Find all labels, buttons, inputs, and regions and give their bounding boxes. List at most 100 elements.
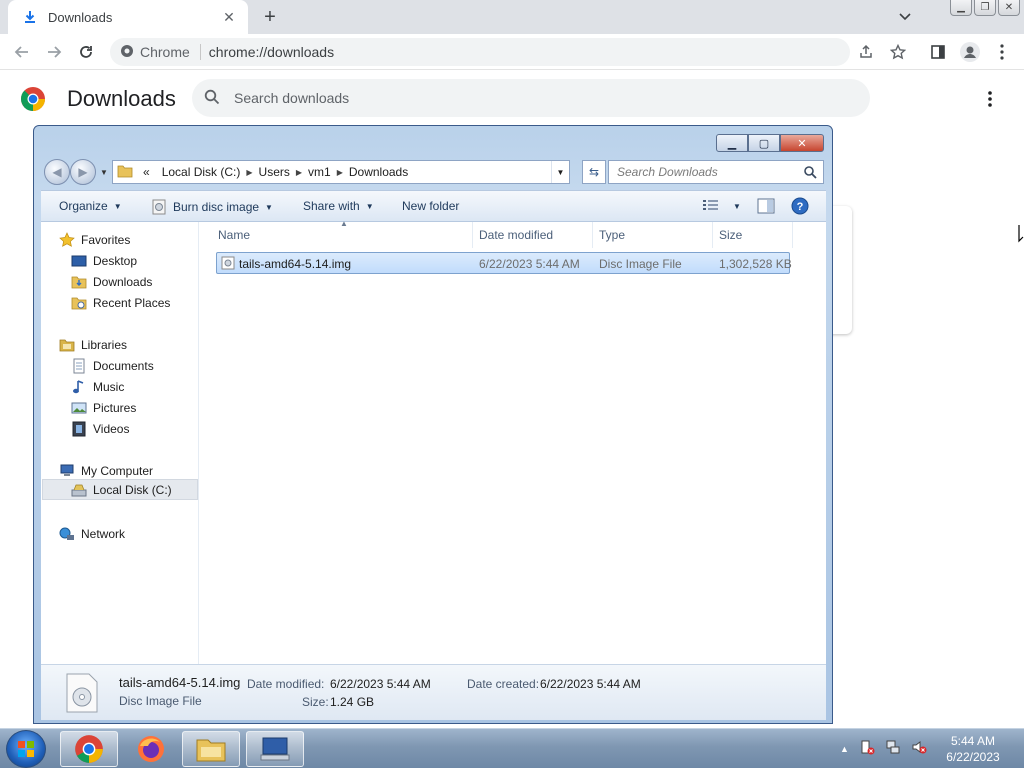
downloads-folder-icon [71, 274, 87, 290]
breadcrumb-downloads[interactable]: Downloads [343, 165, 414, 179]
column-header-type[interactable]: Type [593, 222, 713, 248]
file-list: ▲ Name Date modified Type Size tails-amd… [200, 219, 826, 664]
bookmark-star-icon[interactable] [886, 40, 910, 64]
nav-desktop[interactable]: Desktop [71, 253, 137, 269]
nav-network[interactable]: Network [59, 526, 125, 542]
preview-pane-button[interactable] [757, 198, 775, 214]
breadcrumb-overflow[interactable]: « [137, 165, 156, 179]
share-icon[interactable] [854, 40, 878, 64]
music-icon [71, 379, 87, 395]
column-name-label: Name [218, 228, 251, 242]
taskbar-chrome-button[interactable] [60, 731, 118, 767]
taskbar-explorer-button[interactable] [182, 731, 240, 767]
organize-button[interactable]: Organize ▼ [59, 199, 122, 213]
tab-downloads[interactable]: Downloads ✕ [8, 0, 248, 34]
burn-label: Burn disc image [173, 200, 260, 214]
browser-menu-icon[interactable] [990, 40, 1014, 64]
chrome-logo-icon [20, 86, 46, 112]
svg-text:?: ? [797, 201, 804, 213]
downloads-search-input[interactable]: Search downloads [192, 79, 870, 117]
nav-music[interactable]: Music [71, 379, 124, 395]
explorer-close-button[interactable]: ✕ [780, 134, 824, 152]
explorer-back-button[interactable]: ◀ [44, 159, 70, 185]
nav-downloads[interactable]: Downloads [71, 274, 152, 290]
breadcrumb-local-disk[interactable]: Local Disk (C:) [156, 165, 247, 179]
new-folder-button[interactable]: New folder [402, 199, 459, 213]
explorer-address-bar[interactable]: « Local Disk (C:) ▶ Users ▶ vm1 ▶ Downlo… [112, 160, 570, 184]
computer-icon [59, 463, 75, 479]
page-title: Downloads [67, 86, 176, 111]
explorer-command-bar: Organize ▼ Burn disc image ▼ Share with … [41, 190, 826, 222]
nav-pictures[interactable]: Pictures [71, 400, 136, 416]
videos-icon [71, 421, 87, 437]
breadcrumb-vm1[interactable]: vm1 [302, 165, 337, 179]
site-info-chip[interactable]: Chrome [120, 44, 201, 60]
explorer-search-input[interactable]: Search Downloads [608, 160, 824, 184]
column-header-name[interactable]: ▲ Name [200, 219, 473, 248]
recent-pages-dropdown-icon[interactable]: ▼ [100, 168, 108, 177]
explorer-maximize-button[interactable]: ▢ [748, 134, 780, 152]
nav-videos-label: Videos [93, 422, 130, 436]
change-view-button[interactable]: ▼ [703, 199, 741, 214]
nav-videos[interactable]: Videos [71, 421, 129, 437]
taskbar-firefox-button[interactable] [122, 731, 180, 767]
forward-arrow-icon[interactable] [42, 40, 66, 64]
show-hidden-icons-icon[interactable]: ▲ [840, 744, 849, 754]
new-folder-label: New folder [402, 199, 460, 213]
folder-icon [113, 164, 137, 181]
nav-recent-places[interactable]: Recent Places [71, 295, 170, 311]
details-date-modified: 6/22/2023 5:44 AM [330, 677, 431, 691]
search-placeholder: Search downloads [234, 90, 350, 106]
nav-local-disk[interactable]: Local Disk (C:) [42, 479, 198, 500]
taskbar-clock[interactable]: 5:44 AM 6/22/2023 [930, 733, 1016, 765]
start-button[interactable] [6, 730, 46, 768]
side-panel-icon[interactable] [926, 40, 950, 64]
taskbar-remote-app-button[interactable] [246, 731, 304, 767]
burn-disc-image-button[interactable]: Burn disc image ▼ [151, 199, 273, 215]
explorer-window: ▁ ▢ ✕ ◀ ▶ ▼ « Local Disk (C:) ▶ Users ▶ … [33, 125, 833, 724]
restore-button[interactable]: ❐ [974, 0, 996, 16]
downloads-more-icon[interactable] [980, 88, 1000, 110]
new-tab-button[interactable]: + [258, 5, 282, 29]
breadcrumb-users[interactable]: Users [253, 165, 296, 179]
nav-my-computer-label: My Computer [81, 464, 154, 478]
address-bar[interactable]: Chrome chrome://downloads [110, 38, 850, 66]
firefox-logo-icon [138, 736, 164, 762]
nav-libraries[interactable]: Libraries [59, 337, 127, 353]
volume-muted-icon[interactable] [911, 739, 927, 758]
explorer-body: Favorites Desktop Downloads Recent Place… [41, 219, 826, 664]
tab-strip: Downloads ✕ + ▁ ❐ ✕ [0, 0, 1024, 34]
tab-search-icon[interactable] [894, 6, 916, 28]
details-date-created-label: Date created: [467, 677, 540, 691]
file-row[interactable]: tails-amd64-5.14.img 6/22/2023 5:44 AM D… [216, 252, 792, 274]
nav-music-label: Music [93, 380, 125, 394]
explorer-forward-button[interactable]: ▶ [70, 159, 96, 185]
close-window-button[interactable]: ✕ [998, 0, 1020, 16]
reload-icon[interactable] [74, 40, 98, 64]
site-label: Chrome [140, 44, 190, 60]
file-name: tails-amd64-5.14.img [239, 257, 352, 271]
action-center-icon[interactable] [859, 739, 875, 758]
profile-avatar-icon[interactable] [958, 40, 982, 64]
documents-icon [71, 358, 87, 374]
nav-recent-places-label: Recent Places [93, 296, 171, 310]
column-size-label: Size [719, 228, 743, 242]
folder-icon [196, 739, 226, 762]
refresh-icon[interactable]: ⇆ [582, 160, 606, 184]
nav-my-computer[interactable]: My Computer [59, 463, 153, 479]
nav-favorites[interactable]: Favorites [59, 232, 130, 248]
address-dropdown-icon[interactable]: ▼ [551, 161, 569, 183]
minimize-button[interactable]: ▁ [950, 0, 972, 16]
tab-close-icon[interactable]: ✕ [220, 8, 238, 26]
details-pane: tails-amd64-5.14.img Disc Image File Dat… [41, 664, 826, 720]
back-arrow-icon[interactable] [10, 40, 34, 64]
nav-documents[interactable]: Documents [71, 358, 154, 374]
download-icon [22, 9, 38, 25]
column-header-date-modified[interactable]: Date modified [473, 222, 593, 248]
help-icon[interactable]: ? [791, 197, 809, 215]
computer-icon [260, 737, 290, 761]
column-header-size[interactable]: Size [713, 222, 793, 248]
explorer-minimize-button[interactable]: ▁ [716, 134, 748, 152]
share-with-button[interactable]: Share with ▼ [303, 199, 374, 213]
network-status-icon[interactable] [885, 739, 901, 758]
